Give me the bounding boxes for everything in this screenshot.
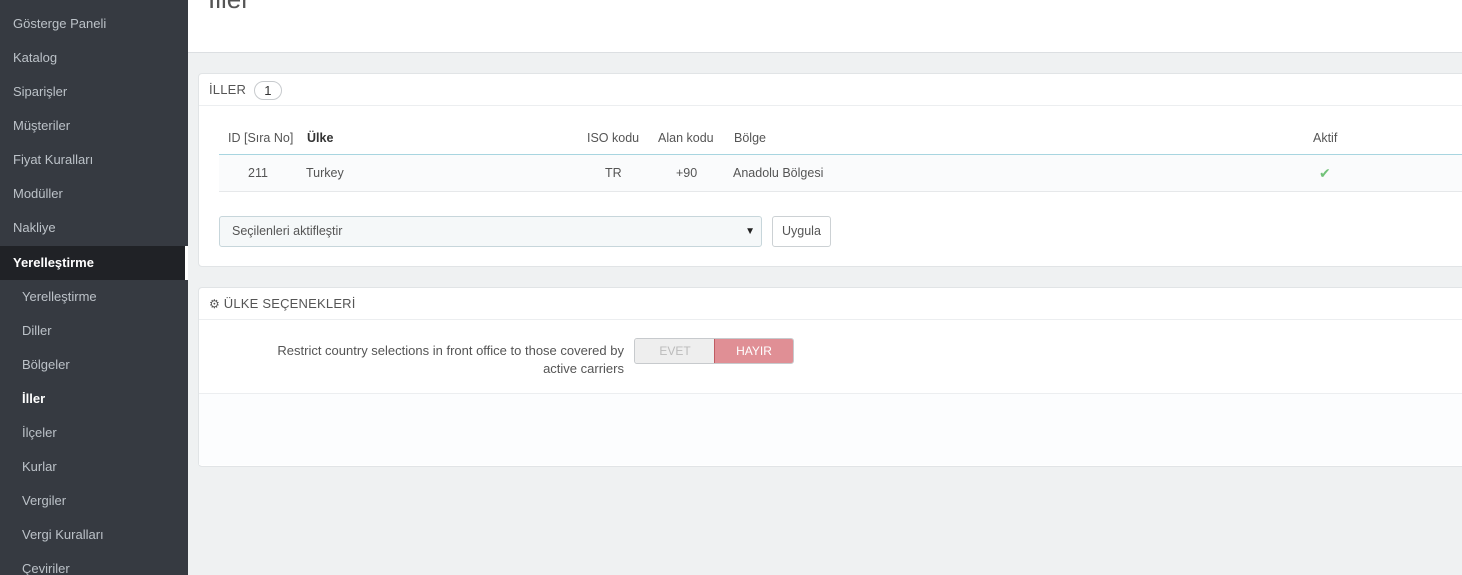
cell-country: Turkey bbox=[306, 166, 344, 180]
col-active[interactable]: Aktif bbox=[1313, 122, 1337, 154]
nav-orders[interactable]: Siparişler bbox=[0, 75, 188, 109]
subnav-translations[interactable]: Çeviriler bbox=[0, 552, 188, 575]
active-indicator bbox=[185, 246, 188, 280]
sidebar: Gösterge Paneli Katalog Siparişler Müşte… bbox=[0, 0, 188, 575]
restrict-label-line2: active carriers bbox=[543, 361, 624, 376]
panel-title: İLLER bbox=[209, 82, 247, 97]
col-zone[interactable]: Bölge bbox=[734, 122, 766, 154]
caret-down-icon: ▼ bbox=[745, 226, 755, 237]
col-country[interactable]: Ülke bbox=[307, 122, 333, 154]
page-header: İller bbox=[188, 0, 1462, 53]
restrict-country-label: Restrict country selections in front off… bbox=[239, 342, 624, 378]
restrict-label-line1: Restrict country selections in front off… bbox=[277, 343, 624, 358]
cell-call-prefix: +90 bbox=[676, 166, 698, 180]
nav-localization[interactable]: Yerelleştirme bbox=[0, 246, 185, 280]
nav-customers[interactable]: Müşteriler bbox=[0, 109, 188, 143]
page-title: İller bbox=[208, 0, 250, 15]
subnav-tax-rules[interactable]: Vergi Kuralları bbox=[0, 518, 188, 552]
subnav-languages[interactable]: Diller bbox=[0, 314, 188, 348]
cell-zone: Anadolu Bölgesi bbox=[733, 166, 824, 180]
subnav-localization[interactable]: Yerelleştirme bbox=[0, 280, 188, 314]
cogs-icon: ⚙ bbox=[209, 297, 220, 311]
subnav-taxes[interactable]: Vergiler bbox=[0, 484, 188, 518]
cell-id: 211 bbox=[248, 166, 268, 180]
bulk-action-value: Seçilenleri aktifleştir bbox=[232, 224, 343, 238]
switch-no[interactable]: HAYIR bbox=[714, 339, 793, 363]
subnav-districts[interactable]: İlçeler bbox=[0, 416, 188, 450]
nav-price-rules[interactable]: Fiyat Kuralları bbox=[0, 143, 188, 177]
states-list-panel: İLLER 1 ID [Sıra No] Ülke ISO kodu Alan … bbox=[198, 73, 1462, 267]
subnav-currencies[interactable]: Kurlar bbox=[0, 450, 188, 484]
col-id[interactable]: ID [Sıra No] bbox=[228, 122, 293, 154]
panel-title: ÜLKE SEÇENEKLERİ bbox=[223, 296, 356, 311]
active-check-icon[interactable]: ✔ bbox=[1319, 155, 1331, 192]
nav-shipping[interactable]: Nakliye bbox=[0, 211, 188, 245]
cell-iso: TR bbox=[605, 166, 622, 180]
nav-catalog[interactable]: Katalog bbox=[0, 41, 188, 75]
apply-button[interactable]: Uygula bbox=[772, 216, 831, 247]
bulk-action-select[interactable]: Seçilenleri aktifleştir ▼ bbox=[219, 216, 762, 247]
panel-footer bbox=[199, 393, 1462, 465]
panel-heading: ⚙ ÜLKE SEÇENEKLERİ bbox=[199, 288, 1462, 320]
col-call-prefix[interactable]: Alan kodu bbox=[658, 122, 714, 154]
table-row[interactable]: 211 Turkey TR +90 Anadolu Bölgesi ✔ bbox=[219, 155, 1462, 192]
subnav-zones[interactable]: Bölgeler bbox=[0, 348, 188, 382]
nav-modules[interactable]: Modüller bbox=[0, 177, 188, 211]
restrict-country-switch[interactable]: EVET HAYIR bbox=[634, 338, 794, 364]
subnav-states[interactable]: İller bbox=[0, 382, 188, 416]
col-iso[interactable]: ISO kodu bbox=[587, 122, 639, 154]
nav-dashboard[interactable]: Gösterge Paneli bbox=[0, 7, 188, 41]
panel-heading: İLLER 1 bbox=[199, 74, 1462, 106]
count-badge: 1 bbox=[253, 81, 282, 101]
country-options-panel: ⚙ ÜLKE SEÇENEKLERİ Restrict country sele… bbox=[198, 287, 1462, 467]
switch-yes[interactable]: EVET bbox=[635, 339, 715, 363]
